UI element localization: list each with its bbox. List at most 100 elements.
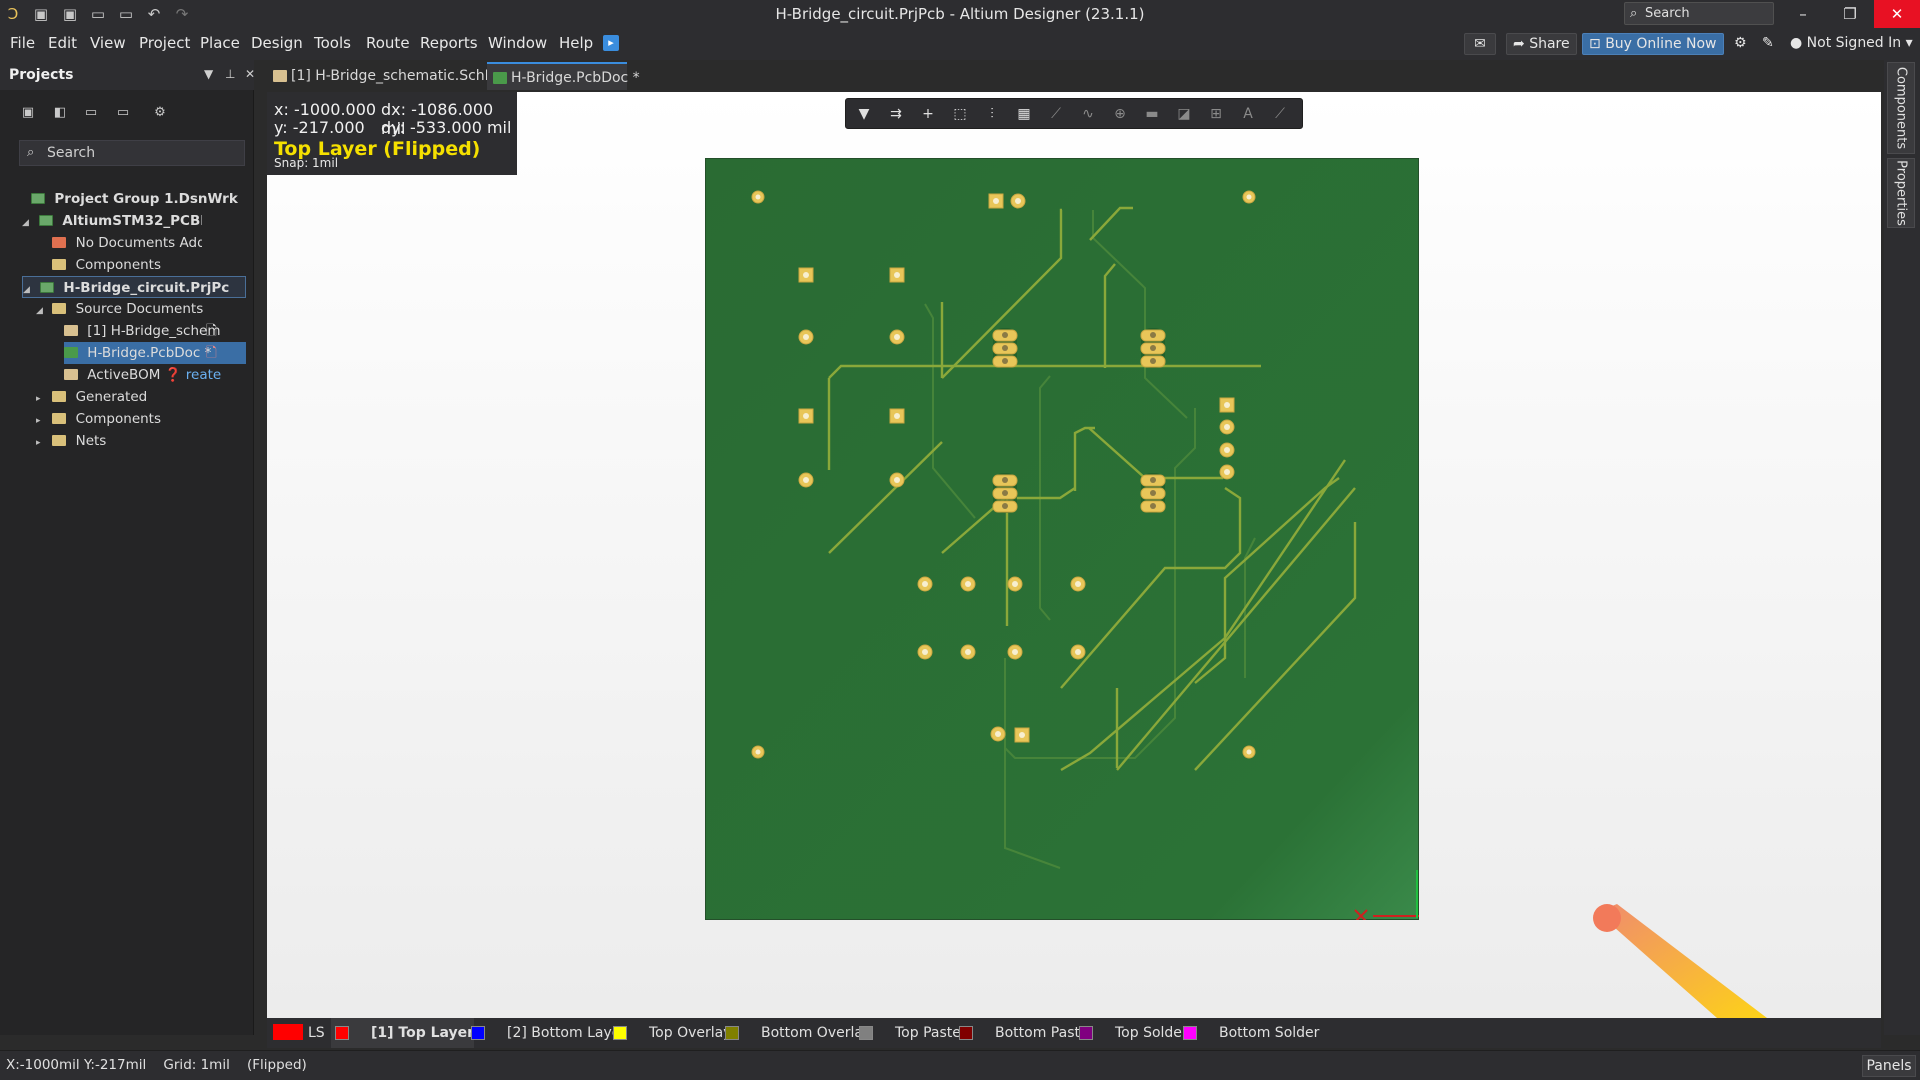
coord-dy: dy: -533.000 mil <box>381 118 512 137</box>
layer-color-swatch <box>859 1026 873 1040</box>
layer-tab-label: Bottom Solder <box>1219 1025 1320 1041</box>
menu-window[interactable]: Window <box>488 34 547 52</box>
via-icon[interactable]: ⊕ <box>1110 104 1130 124</box>
minimize-button[interactable]: – <box>1780 0 1826 28</box>
create-link[interactable]: reate <box>186 367 221 383</box>
chevron-down-icon[interactable]: ▼ <box>204 67 213 81</box>
layer-tab-bottom-overlay[interactable]: Bottom Overlay <box>721 1018 871 1048</box>
pcb-canvas[interactable]: x: -1000.000 dx: -1086.000 mil y: -217.0… <box>267 92 1881 1018</box>
close-icon[interactable]: ✕ <box>245 67 255 81</box>
tree-item-hbridge-project[interactable]: ◢ H-Bridge_circuit.PrjPc <box>22 276 246 298</box>
maximize-button[interactable]: ❐ <box>1827 0 1873 28</box>
close-folder-icon[interactable]: ▭ <box>114 105 132 123</box>
layer-tab-bottom-paste[interactable]: Bottom Paste <box>955 1018 1089 1048</box>
gear-icon[interactable]: ⚙ <box>151 105 169 123</box>
menu-project[interactable]: Project <box>139 34 190 52</box>
layer-set-button[interactable]: LS <box>271 1018 325 1048</box>
layer-tab-top-overlay[interactable]: Top Overlay <box>609 1018 732 1048</box>
pcb-project-icon <box>39 282 54 293</box>
user-icon: ● <box>1790 35 1803 51</box>
buy-online-button[interactable]: ⊡ Buy Online Now <box>1582 33 1724 55</box>
tree-item-generated[interactable]: ▸ Generated <box>36 386 236 408</box>
buy-label: Buy Online Now <box>1605 36 1717 52</box>
title-search-input[interactable]: ⌕ Search <box>1624 2 1774 25</box>
line-icon[interactable]: ⟋ <box>1270 104 1290 124</box>
tree-item-source-documents[interactable]: ◢ Source Documents <box>36 298 236 320</box>
layer-tab-top-layer[interactable]: [1] Top Layer <box>331 1018 475 1048</box>
tree-item-nets[interactable]: ▸ Nets <box>36 430 236 452</box>
expand-icon[interactable]: ◢ <box>22 212 34 232</box>
menu-file[interactable]: File <box>10 34 35 52</box>
tree-item-no-documents[interactable]: No Documents Added <box>36 232 202 254</box>
expand-icon[interactable]: ◢ <box>23 279 35 297</box>
save-icon[interactable]: ▣ <box>19 105 37 123</box>
folder-icon <box>52 303 67 314</box>
tab-pcbdoc[interactable]: H-Bridge.PcbDoc * <box>487 62 640 90</box>
text-icon[interactable]: A <box>1238 104 1258 124</box>
account-button[interactable]: ● Not Signed In ▾ <box>1784 33 1919 55</box>
tab-schematic[interactable]: [1] H-Bridge_schematic.SchDoc <box>267 62 512 90</box>
layer-tab-label: Bottom Paste <box>995 1025 1089 1041</box>
cursor-highlight-graphic <box>1593 904 1767 1018</box>
tree-item-components-2[interactable]: ▸ Components <box>36 408 236 430</box>
layer-tab-label: Bottom Overlay <box>761 1025 872 1041</box>
tab-properties[interactable]: Properties <box>1887 158 1915 228</box>
menu-tools[interactable]: Tools <box>314 34 351 52</box>
gear-icon[interactable]: ⚙ <box>1728 33 1753 55</box>
tab-components[interactable]: Components <box>1887 62 1915 154</box>
open-folder-icon[interactable]: ▭ <box>82 105 100 123</box>
folder-icon <box>52 435 67 446</box>
tree-item-pcbdoc[interactable]: H-Bridge.PcbDoc * 🗋 <box>64 342 246 364</box>
collapse-icon[interactable]: ▸ <box>36 410 48 430</box>
panels-button[interactable]: Panels <box>1862 1055 1916 1077</box>
comment-icon[interactable]: ✉ <box>1464 33 1496 55</box>
close-button[interactable]: ✕ <box>1874 0 1920 28</box>
snap-label: Snap: 1mil <box>274 156 339 170</box>
collapse-icon[interactable]: ▸ <box>36 388 48 408</box>
menu-route[interactable]: Route <box>366 34 410 52</box>
projects-panel: Projects ▼ ⊥ ✕ ▣ ◧ ▭ ▭ ⚙ ⌕ Search Projec… <box>0 60 255 1035</box>
dimension-icon[interactable]: ⊞ <box>1206 104 1226 124</box>
keepout-icon[interactable]: ◪ <box>1174 104 1194 124</box>
polygon-icon[interactable]: ▬ <box>1142 104 1162 124</box>
info-icon: ❓ <box>164 367 182 383</box>
menu-edit[interactable]: Edit <box>48 34 77 52</box>
menu-help[interactable]: Help <box>559 34 593 52</box>
compile-icon[interactable]: ◧ <box>51 105 69 123</box>
align-icon[interactable]: ⫶ <box>982 104 1002 124</box>
select-rect-icon[interactable]: ⬚ <box>950 104 970 124</box>
chevron-down-icon: ▾ <box>1905 35 1913 51</box>
projects-search-input[interactable]: ⌕ Search <box>19 140 245 166</box>
layer-tab-bottom-layer[interactable]: [2] Bottom Layer <box>467 1018 626 1048</box>
menu-reports[interactable]: Reports <box>420 34 478 52</box>
route-icon[interactable]: ⇉ <box>886 104 906 124</box>
tree-item-activebom[interactable]: ActiveBOM ❓ reate <box>64 364 244 386</box>
layer-tab-top-solder[interactable]: Top Solder <box>1075 1018 1188 1048</box>
diff-pair-icon[interactable]: ∿ <box>1078 104 1098 124</box>
layer-tab-bottom-solder[interactable]: Bottom Solder <box>1179 1018 1319 1048</box>
menu-design[interactable]: Design <box>251 34 303 52</box>
tree-item-altiumstm32[interactable]: ◢ AltiumSTM32_PCBPro <box>22 210 202 232</box>
pin-icon[interactable]: ⊥ <box>225 67 235 81</box>
component-icon[interactable]: ▦ <box>1014 104 1034 124</box>
play-icon[interactable]: ▸ <box>603 35 619 51</box>
status-bar: X:-1000mil Y:-217mil Grid: 1mil (Flipped… <box>0 1050 1920 1080</box>
layer-tab-top-paste[interactable]: Top Paste <box>855 1018 961 1048</box>
collapse-icon[interactable]: ▸ <box>36 432 48 452</box>
tree-item-label: AltiumSTM32_PCBPro <box>62 213 202 229</box>
cart-icon: ⊡ <box>1589 36 1601 52</box>
layer-tabs-bar: LS [1] Top Layer [2] Bottom Layer Top Ov… <box>267 1018 1881 1048</box>
interactive-route-icon[interactable]: ⟋ <box>1046 104 1066 124</box>
expand-icon[interactable]: ◢ <box>36 300 48 320</box>
tree-item-schematic[interactable]: [1] H-Bridge_schem 🗋 <box>64 320 224 342</box>
tree-item-components[interactable]: Components <box>36 254 202 276</box>
pcb-board[interactable] <box>705 158 1419 920</box>
filter-icon[interactable]: ▼ <box>854 104 874 124</box>
share-button[interactable]: ➦ Share <box>1506 33 1577 55</box>
menu-place[interactable]: Place <box>200 34 240 52</box>
tree-item-project-group[interactable]: Project Group 1.DsnWrk <box>14 188 250 210</box>
tools-icon[interactable]: ✎ <box>1756 33 1780 55</box>
crosshair-icon[interactable]: + <box>918 104 938 124</box>
menu-view[interactable]: View <box>90 34 126 52</box>
layer-color-swatch <box>273 1024 303 1040</box>
